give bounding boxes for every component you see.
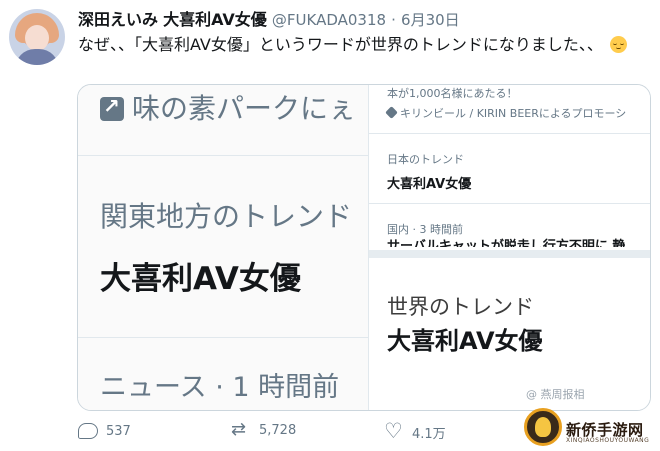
promoted-row: キリンビール / KIRIN BEERによるプロモーシ	[385, 105, 627, 121]
retweet-count: 5,728	[259, 423, 297, 438]
tweet-date[interactable]: 6月30日	[401, 11, 460, 29]
relieved-face-icon	[609, 36, 627, 53]
news-meta: ニュース · 1 時間前	[100, 372, 340, 403]
separator-dot: ·	[391, 11, 396, 29]
divider	[369, 203, 650, 204]
screenshot-left-panel: 味の素パークにぇ 関東地方のトレンド 大喜利AV女優 ニュース · 1 時間前	[78, 85, 368, 410]
like-button[interactable]: 4.1万	[384, 419, 446, 443]
reply-button[interactable]: 537	[78, 423, 131, 439]
watermark-logo-subtext: XINQIAOSHOUYOUWANG	[566, 437, 650, 444]
promo-text: 味の素パークにぇ	[132, 92, 357, 125]
tweet-body: なぜ、、「大喜利AV女優」というワードが世界のトレンドになりました、、	[78, 35, 603, 54]
like-count: 4.1万	[412, 427, 446, 442]
attached-image[interactable]: 味の素パークにぇ 関東地方のトレンド 大喜利AV女優 ニュース · 1 時間前 …	[77, 84, 651, 411]
avatar-face	[25, 25, 49, 51]
display-name[interactable]: 深田えいみ	[78, 10, 158, 29]
promoted-by-text: キリンビール / KIRIN BEERによるプロモーシ	[400, 107, 627, 120]
divider	[78, 155, 368, 156]
heart-icon	[384, 419, 404, 443]
section-band	[369, 250, 650, 258]
screenshot-right-panel: 本が1,000名様にあたる！ キリンビール / KIRIN BEERによるプロモ…	[368, 85, 650, 410]
watermark-caption: @ 燕周报相	[526, 388, 585, 401]
trend-name: 大喜利AV女優	[387, 177, 472, 192]
promoted-arrow-icon	[100, 94, 124, 121]
watermark-logo	[520, 408, 566, 448]
news-meta: 国内 · 3 時間前	[387, 223, 463, 236]
retweet-button[interactable]: 5,728	[231, 419, 297, 440]
tweet-text: なぜ、、「大喜利AV女優」というワードが世界のトレンドになりました、、	[78, 33, 648, 57]
promoted-icon	[385, 106, 398, 119]
retweet-icon	[231, 419, 251, 440]
avatar[interactable]	[9, 9, 65, 65]
avatar-body	[15, 49, 59, 65]
trend-location-label: 関東地方のトレンド	[100, 200, 353, 233]
world-trend-name: 大喜利AV女優	[387, 327, 543, 355]
tweet-actions: 537 5,728 4.1万	[78, 419, 478, 447]
promo-cut-text: 本が1,000名様にあたる！	[387, 87, 518, 100]
display-name-tag[interactable]: 大喜利AV女優	[163, 10, 267, 29]
trend-name: 大喜利AV女優	[100, 261, 301, 297]
user-handle[interactable]: @FUKADA0318	[272, 11, 386, 29]
reply-count: 537	[106, 423, 131, 439]
divider	[78, 337, 368, 338]
promo-row: 味の素パークにぇ	[100, 87, 356, 127]
world-trend-label: 世界のトレンド	[387, 295, 534, 319]
trend-location-label: 日本のトレンド	[387, 153, 464, 166]
news-headline-cut: サーバルキャットが脱走し行方不明に 静	[387, 239, 626, 247]
divider	[369, 133, 650, 134]
reply-icon	[78, 423, 98, 439]
tweet-header: 深田えいみ 大喜利AV女優 @FUKADA0318 · 6月30日	[78, 9, 460, 31]
